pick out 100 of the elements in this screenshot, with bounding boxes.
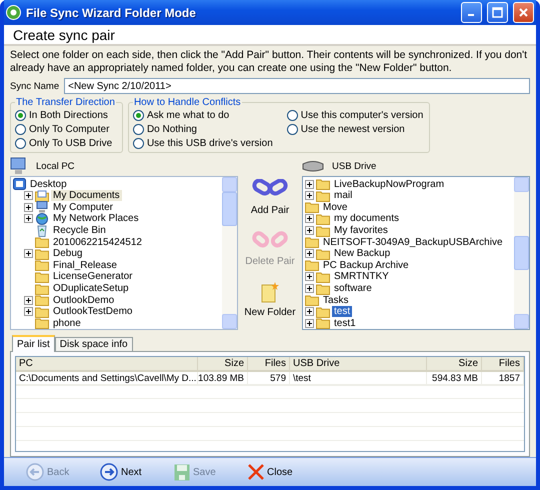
close-button[interactable] (513, 2, 534, 23)
tree-title: USB Drive (332, 160, 376, 172)
table-cell: 594.83 MB (427, 372, 482, 386)
sync-name-field[interactable]: <New Sync 2/10/2011> (64, 78, 530, 94)
tree-item[interactable]: LiveBackupNowProgram (332, 178, 446, 190)
nav-button[interactable]: Next (100, 463, 174, 482)
folder-icon (35, 270, 49, 283)
tree-item[interactable]: NEITSOFT-3049A9_BackupUSBArchive (321, 236, 505, 248)
folder-icon (316, 224, 330, 237)
folder-icon (316, 212, 330, 225)
tree-item[interactable]: OutlookDemo (51, 294, 116, 306)
folder-icon (305, 259, 319, 272)
tree-item[interactable]: PC Backup Archive (321, 260, 411, 271)
tree-item[interactable]: LicenseGenerator (51, 271, 134, 282)
sync-app-icon (6, 5, 21, 20)
expand-toggle[interactable] (24, 249, 33, 258)
folder-icon (305, 236, 319, 248)
radio-option[interactable]: Do Nothing (132, 124, 273, 136)
radio-option[interactable]: Ask me what to do (132, 110, 273, 122)
new-folder-icon (260, 281, 280, 304)
radio-button[interactable] (15, 124, 26, 136)
folder-icon (316, 282, 330, 295)
folder-icon (35, 282, 49, 295)
table-cell: 1857 (482, 372, 524, 386)
close-icon (248, 464, 264, 480)
page-title: Create sync pair (13, 26, 115, 43)
column-header[interactable]: Files (248, 357, 290, 372)
folder-icon (305, 201, 319, 214)
table-cell: 579 (248, 372, 290, 386)
radio-option[interactable]: In Both Directions (15, 110, 116, 122)
radio-option[interactable]: Only To Computer (15, 124, 116, 136)
radio-button[interactable] (132, 124, 144, 136)
radio-button[interactable] (15, 138, 26, 150)
tree-item[interactable]: Recycle Bin (51, 225, 108, 236)
tree-item[interactable]: test1 (332, 318, 358, 329)
column-header[interactable]: Size (198, 357, 248, 372)
expand-toggle[interactable] (305, 249, 314, 258)
radio-button[interactable] (286, 110, 298, 122)
column-header[interactable]: PC (16, 357, 198, 372)
maximize-button[interactable] (487, 2, 508, 23)
documents-folder-icon (35, 190, 49, 202)
tree-item[interactable]: phone (51, 318, 83, 329)
field-label: Sync Name (10, 80, 60, 92)
tree-item[interactable]: 2010062215424512 (51, 236, 144, 248)
group-title: The Transfer Direction (15, 97, 116, 108)
table-cell: C:\Documents and Settings\Cavell\My D... (16, 372, 198, 386)
tree-item[interactable]: My Documents (51, 190, 122, 202)
radio-option[interactable]: Use the newest version (286, 124, 424, 136)
tree-item[interactable]: OutlookTestDemo (51, 306, 134, 318)
column-header[interactable]: Size (427, 357, 482, 372)
folder-icon (316, 178, 330, 190)
folder-icon (35, 294, 49, 306)
drive-icon (302, 159, 324, 174)
tree-item[interactable]: New Backup (332, 248, 392, 260)
column-header[interactable]: USB Drive (290, 357, 427, 372)
scrollbar[interactable] (222, 177, 237, 330)
tree-item[interactable]: My Network Places (51, 213, 141, 224)
computer-icon (10, 157, 28, 176)
folder-icon (35, 248, 49, 260)
tree-item[interactable]: Tasks (321, 294, 351, 306)
tree-item[interactable]: My favorites (332, 225, 390, 236)
table-cell: \test (290, 372, 427, 386)
action-button[interactable]: Add Pair (248, 177, 292, 218)
column-header[interactable]: Files (482, 357, 524, 372)
radio-option[interactable]: Only To USB Drive (15, 138, 116, 150)
tree-item[interactable]: Debug (51, 248, 84, 260)
radio-option[interactable]: Use this USB drive's version (132, 138, 273, 150)
radio-button[interactable] (132, 138, 144, 150)
tab[interactable]: Pair list (12, 335, 55, 352)
recycle-bin-icon (35, 224, 49, 237)
nav-button[interactable]: Close (248, 464, 322, 480)
window-title: File Sync Wizard Folder Mode (26, 6, 197, 20)
tree-item[interactable]: My Computer (51, 202, 116, 213)
tree-item[interactable]: SMRTNTKY (332, 271, 391, 282)
tree-item[interactable]: my documents (332, 213, 402, 224)
action-button[interactable]: New Folder (242, 279, 298, 320)
scrollbar[interactable] (514, 177, 529, 330)
tree-item[interactable]: software (332, 283, 374, 294)
tree-item[interactable]: Move (321, 202, 350, 213)
globe-icon (35, 212, 49, 225)
folder-icon (316, 306, 330, 318)
radio-button[interactable] (15, 110, 26, 122)
tree-item[interactable]: test (332, 306, 352, 318)
folder-icon (316, 317, 330, 330)
instructions-text: Select one folder on each side, then click the "Add Pair" button. Their contents will be synchronized. If you don't already have an appropriately named folder, you can create one using the "New Folder" button. (10, 49, 528, 76)
radio-button[interactable] (132, 110, 144, 122)
radio-button[interactable] (286, 124, 298, 136)
tab[interactable]: Disk space info (54, 337, 133, 352)
group-title: How to Handle Conflicts (132, 97, 242, 108)
tree-title: Local PC (36, 160, 75, 172)
folder-icon (35, 236, 49, 248)
folder-icon (305, 294, 319, 306)
minimize-button[interactable] (461, 2, 482, 23)
tree-item[interactable]: Final_Release (51, 260, 119, 271)
tree-item[interactable]: Desktop (28, 178, 69, 190)
computer-icon (35, 201, 49, 214)
table-cell: 103.89 MB (198, 372, 248, 386)
radio-option[interactable]: Use this computer's version (286, 110, 424, 122)
tree-item[interactable]: mail (332, 190, 354, 202)
tree-item[interactable]: ODuplicateSetup (51, 283, 131, 294)
